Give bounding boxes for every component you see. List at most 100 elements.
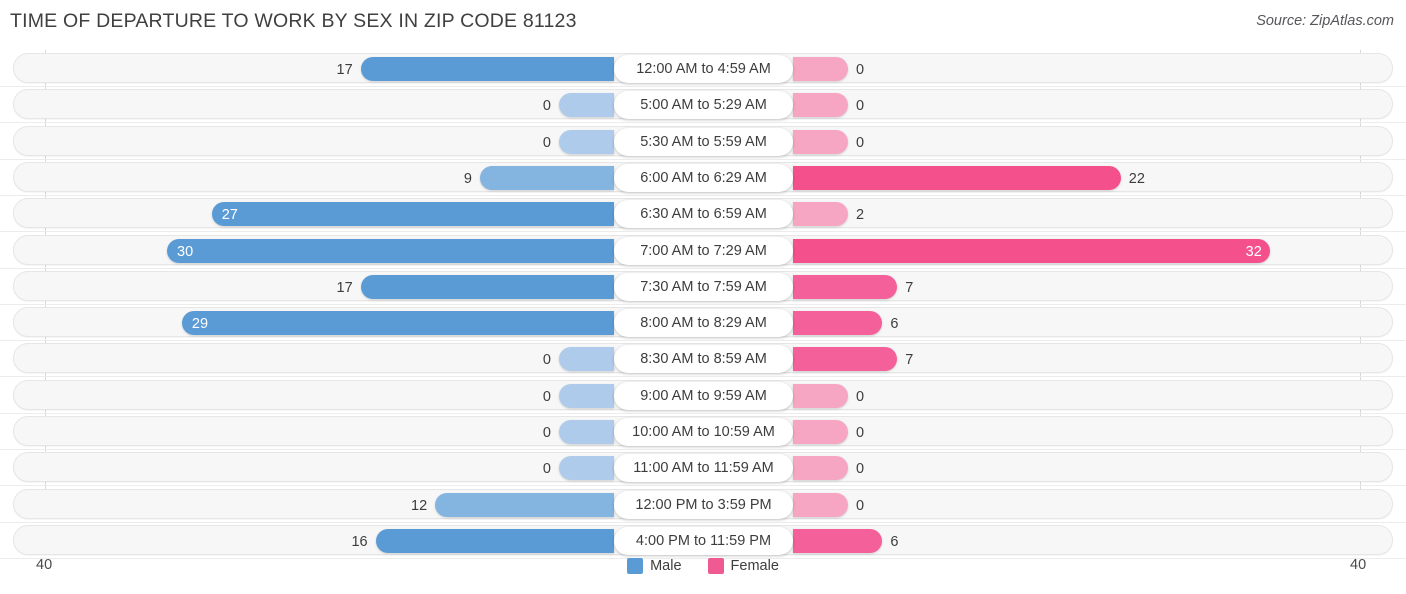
value-label-female: 7 xyxy=(905,352,914,369)
row-separator xyxy=(0,194,1406,196)
chart-row: 0 0 5:30 AM to 5:59 AM xyxy=(13,125,1393,156)
chart-row: 29 6 8:00 AM to 8:29 AM xyxy=(13,307,1393,338)
value-label-female: 6 xyxy=(890,316,899,333)
bar-male[interactable] xyxy=(559,456,614,481)
value-label-male: 17 xyxy=(336,62,353,78)
category-label: 6:30 AM to 6:59 AM xyxy=(614,200,793,229)
row-separator xyxy=(0,267,1406,269)
row-separator xyxy=(0,521,1406,523)
value-label-female: 0 xyxy=(856,98,865,115)
value-label-male: 29 xyxy=(191,316,209,333)
bar-female[interactable] xyxy=(793,492,848,517)
row-separator xyxy=(0,449,1406,450)
chart-row: 0 0 10:00 AM to 10:59 AM xyxy=(13,416,1393,446)
chart-row: 0 0 5:00 AM to 5:29 AM xyxy=(13,89,1393,120)
bar-female[interactable] xyxy=(793,202,848,227)
row-separator xyxy=(0,340,1406,342)
bar-female[interactable] xyxy=(793,528,883,553)
chart-row: 17 7 7:30 AM to 7:59 AM xyxy=(13,270,1393,301)
bar-male[interactable] xyxy=(167,238,614,263)
bar-female[interactable] xyxy=(793,311,883,336)
category-label: 7:30 AM to 7:59 AM xyxy=(614,272,793,301)
value-label-male: 0 xyxy=(542,461,551,478)
category-label: 4:00 PM to 11:59 PM xyxy=(614,526,793,555)
bar-female[interactable] xyxy=(793,456,848,481)
value-label-male: 27 xyxy=(221,207,238,224)
row-separator xyxy=(0,376,1406,378)
value-label-male: 0 xyxy=(542,134,551,151)
category-label: 12:00 PM to 3:59 PM xyxy=(614,490,793,519)
category-label: 12:00 AM to 4:59 AM xyxy=(614,55,793,83)
row-separator xyxy=(0,412,1406,414)
bar-male[interactable] xyxy=(559,420,614,444)
bar-male[interactable] xyxy=(479,165,614,190)
page-title: TIME OF DEPARTURE TO WORK BY SEX IN ZIP … xyxy=(10,10,577,32)
category-label: 10:00 AM to 10:59 AM xyxy=(614,418,793,446)
value-label-male: 30 xyxy=(177,243,194,260)
category-label: 5:30 AM to 5:59 AM xyxy=(614,127,793,156)
legend-label-male: Male xyxy=(650,558,682,574)
value-label-female: 22 xyxy=(1128,170,1145,187)
value-label-female: 0 xyxy=(856,134,865,151)
value-label-female: 0 xyxy=(856,62,865,78)
bar-female[interactable] xyxy=(793,165,1121,190)
chart-plot-area: 17 0 12:00 AM to 4:59 AM 0 0 5:00 AM to 5:29 … xyxy=(0,50,1406,559)
bar-male[interactable] xyxy=(559,347,614,372)
chart-row: 12 0 12:00 PM to 3:59 PM xyxy=(13,488,1393,519)
bar-female[interactable] xyxy=(793,383,848,408)
row-separator xyxy=(0,231,1406,233)
bar-female[interactable] xyxy=(793,347,898,372)
row-separator xyxy=(0,158,1406,160)
bar-male[interactable] xyxy=(559,383,614,408)
chart-row: 16 6 4:00 PM to 11:59 PM xyxy=(13,524,1393,555)
bar-male[interactable] xyxy=(435,492,614,517)
row-separator xyxy=(0,303,1406,305)
legend-swatch-female-icon xyxy=(707,558,724,574)
chart-row: 27 2 6:30 AM to 6:59 AM xyxy=(13,198,1393,229)
row-separator xyxy=(0,122,1406,124)
value-label-female: 0 xyxy=(856,388,865,405)
row-separator xyxy=(0,86,1406,87)
bar-female[interactable] xyxy=(793,420,848,444)
category-label: 9:00 AM to 9:59 AM xyxy=(614,381,793,410)
value-label-male: 12 xyxy=(411,497,428,514)
legend-label-female: Female xyxy=(730,558,779,574)
value-label-female: 2 xyxy=(856,207,865,224)
legend-item-male[interactable]: Male xyxy=(627,558,682,574)
bar-female[interactable] xyxy=(793,238,1270,263)
bar-male[interactable] xyxy=(181,311,614,336)
value-label-female: 7 xyxy=(905,279,914,296)
category-label: 7:00 AM to 7:29 AM xyxy=(614,236,793,265)
bar-female[interactable] xyxy=(793,274,898,299)
value-label-male: 0 xyxy=(542,352,551,369)
bar-female[interactable] xyxy=(793,93,848,118)
bar-female[interactable] xyxy=(793,57,848,81)
value-label-male: 17 xyxy=(336,279,353,296)
bar-male[interactable] xyxy=(360,57,614,81)
category-label: 11:00 AM to 11:59 AM xyxy=(614,454,793,483)
bar-male[interactable] xyxy=(375,528,614,553)
chart-row: 30 32 7:00 AM to 7:29 AM xyxy=(13,234,1393,265)
chart-row: 0 0 11:00 AM to 11:59 AM xyxy=(13,452,1393,483)
bar-male[interactable] xyxy=(559,129,614,154)
chart-header: TIME OF DEPARTURE TO WORK BY SEX IN ZIP … xyxy=(0,0,1406,44)
bar-male[interactable] xyxy=(360,274,614,299)
legend-swatch-male-icon xyxy=(627,558,644,574)
value-label-male: 0 xyxy=(542,425,551,441)
chart-row: 0 7 8:30 AM to 8:59 AM xyxy=(13,343,1393,374)
bar-male[interactable] xyxy=(211,202,614,227)
value-label-female: 6 xyxy=(890,533,899,550)
source-attribution: Source: ZipAtlas.com xyxy=(1256,13,1394,29)
value-label-male: 16 xyxy=(351,533,368,550)
value-label-female: 0 xyxy=(856,461,865,478)
category-label: 5:00 AM to 5:29 AM xyxy=(614,91,793,120)
value-label-female: 0 xyxy=(856,497,865,514)
chart-row: 0 0 9:00 AM to 9:59 AM xyxy=(13,379,1393,410)
category-label: 6:00 AM to 6:29 AM xyxy=(614,163,793,192)
bar-female[interactable] xyxy=(793,129,848,154)
bar-male[interactable] xyxy=(559,93,614,118)
category-label: 8:00 AM to 8:29 AM xyxy=(614,309,793,338)
legend-item-female[interactable]: Female xyxy=(707,558,779,574)
chart-row: 9 22 6:00 AM to 6:29 AM xyxy=(13,161,1393,192)
value-label-female: 32 xyxy=(1245,243,1262,260)
